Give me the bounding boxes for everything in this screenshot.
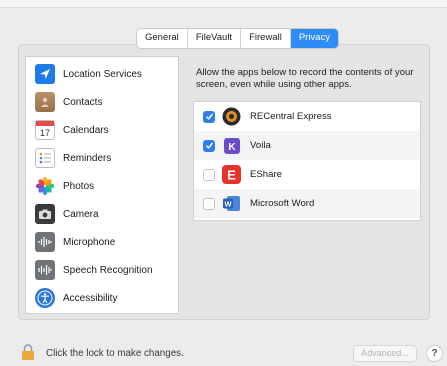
sidebar-item-label: Camera	[63, 208, 99, 220]
sidebar-item-label: Contacts	[63, 96, 103, 108]
sidebar-item-label: Reminders	[63, 152, 112, 164]
advanced-button[interactable]: Advanced...	[353, 345, 417, 362]
help-button[interactable]: ?	[426, 345, 443, 362]
sidebar-item-label: Speech Recognition	[63, 264, 153, 276]
app-row-recentral-express[interactable]: RECentral Express	[194, 102, 420, 131]
photos-flower-icon	[35, 176, 55, 196]
sidebar-item-calendars[interactable]: 17 Calendars	[26, 116, 178, 144]
eshare-icon-letter: E	[227, 168, 236, 183]
app-name: Voila	[250, 140, 271, 151]
tab-filevault[interactable]: FileVault	[188, 29, 242, 48]
contacts-book-icon	[35, 92, 55, 112]
voila-icon: K	[222, 136, 241, 155]
reminders-icon	[35, 148, 55, 168]
app-name: EShare	[250, 169, 282, 180]
sidebar-item-label: Accessibility	[63, 292, 118, 304]
sidebar-item-accessibility[interactable]: Accessibility	[26, 284, 178, 312]
tab-general[interactable]: General	[137, 29, 188, 48]
checkmark-icon	[205, 113, 213, 120]
recentral-icon	[222, 107, 241, 126]
tab-bar: General FileVault Firewall Privacy	[137, 29, 338, 48]
app-row-voila[interactable]: K Voila	[194, 131, 420, 160]
sidebar-item-microphone[interactable]: Microphone	[26, 228, 178, 256]
sidebar-item-label: Microphone	[63, 236, 116, 248]
sidebar-item-label: Location Services	[63, 68, 142, 80]
tab-firewall[interactable]: Firewall	[241, 29, 291, 48]
tab-privacy[interactable]: Privacy	[290, 29, 338, 48]
microphone-waveform-icon	[35, 232, 55, 252]
accessibility-icon	[35, 288, 55, 308]
sidebar-item-location-services[interactable]: Location Services	[26, 60, 178, 88]
word-icon-letter: W	[224, 200, 232, 209]
screen-recording-app-list[interactable]: RECentral Express K Voila E EShare W Mic…	[193, 101, 421, 221]
speech-waveform-icon	[35, 260, 55, 280]
sidebar-item-photos[interactable]: Photos	[26, 172, 178, 200]
word-icon: W	[222, 194, 241, 213]
location-arrow-icon	[35, 64, 55, 84]
app-name: Microsoft Word	[250, 198, 315, 209]
checkmark-icon	[205, 142, 213, 149]
app-checkbox[interactable]	[203, 139, 215, 152]
app-checkbox[interactable]	[203, 168, 215, 181]
sidebar-item-speech-recognition[interactable]: Speech Recognition	[26, 256, 178, 284]
sidebar-item-reminders[interactable]: Reminders	[26, 144, 178, 172]
app-row-eshare[interactable]: E EShare	[194, 160, 420, 189]
app-row-microsoft-word[interactable]: W Microsoft Word	[194, 189, 420, 218]
screen-recording-description: Allow the apps below to record the conte…	[196, 67, 414, 90]
lock-message: Click the lock to make changes.	[46, 348, 184, 359]
privacy-category-list[interactable]: Location Services Contacts 17 Calendars …	[25, 56, 179, 314]
app-checkbox[interactable]	[203, 110, 215, 123]
sidebar-item-label: Calendars	[63, 124, 109, 136]
calendar-day-text: 17	[40, 128, 50, 138]
sidebar-item-label: Photos	[63, 180, 95, 192]
voila-icon-letter: K	[228, 142, 236, 153]
window-top-edge	[0, 0, 447, 8]
sidebar-item-contacts[interactable]: Contacts	[26, 88, 178, 116]
calendar-icon: 17	[35, 120, 55, 140]
sidebar-item-camera[interactable]: Camera	[26, 200, 178, 228]
app-checkbox[interactable]	[203, 197, 215, 210]
camera-icon	[35, 204, 55, 224]
lock-icon[interactable]	[21, 344, 35, 360]
app-name: RECentral Express	[250, 111, 332, 122]
eshare-icon: E	[222, 165, 241, 184]
